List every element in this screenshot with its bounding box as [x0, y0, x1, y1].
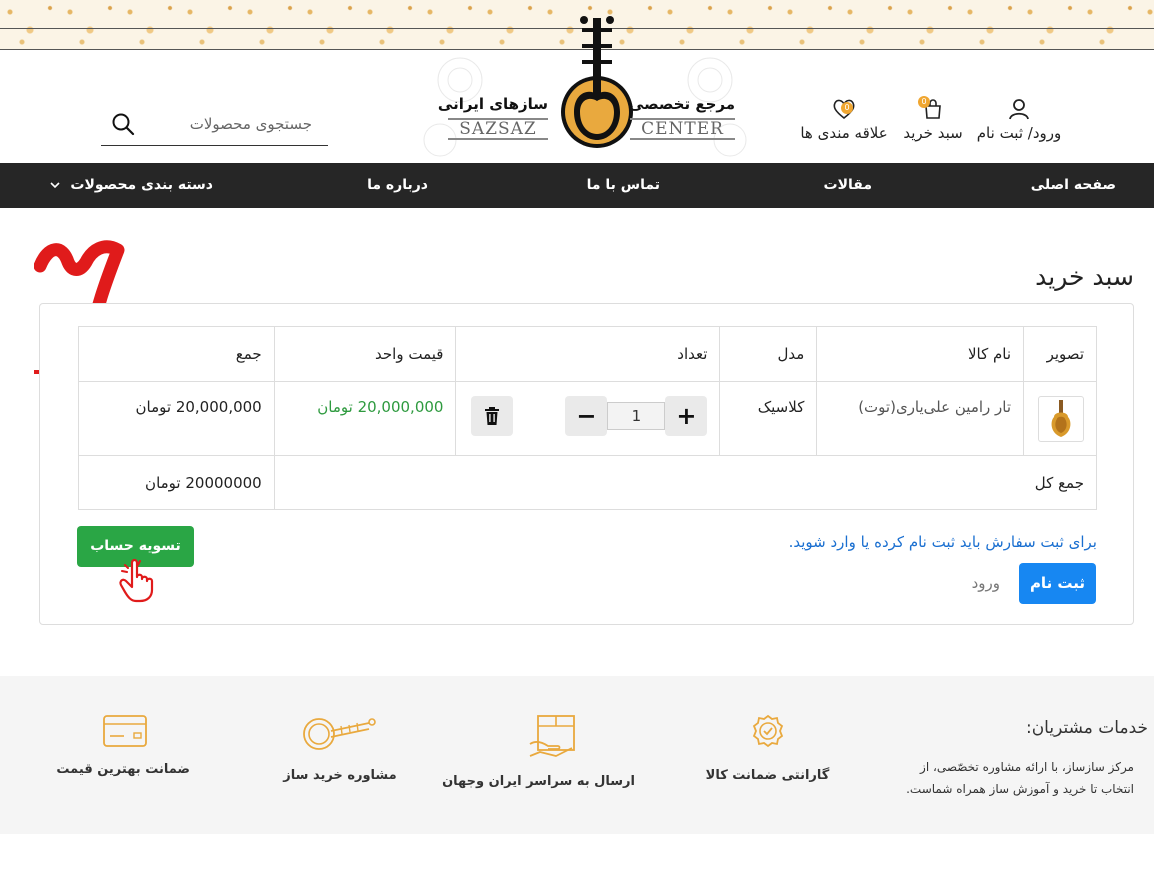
nav-contact[interactable]: تماس با ما: [587, 163, 660, 208]
product-image-cell: [1023, 381, 1097, 456]
cart-link[interactable]: 0 سبد خرید: [902, 96, 964, 142]
package-delivery-icon: [529, 715, 575, 757]
feature-warranty-label: گارانتی ضمانت کالا: [705, 768, 830, 783]
logo-latin-left: SAZSAZ: [448, 118, 548, 140]
trash-icon: [485, 407, 500, 425]
quantity-input[interactable]: 1: [607, 402, 666, 430]
login-required-message: برای ثبت سفارش باید ثبت نام کرده یا وارد…: [788, 533, 1097, 551]
logo-latin-right: CENTER: [630, 118, 735, 140]
tar-instrument-icon: [303, 718, 376, 750]
product-model: کلاسیک: [719, 381, 818, 456]
user-icon: [1009, 99, 1029, 120]
feature-best-price-label: ضمانت بهترین قیمت: [56, 762, 190, 777]
services-description: مرکز سازساز، با ارائه مشاوره تخصّصی، از …: [906, 760, 1134, 796]
col-unit-price: قیمت واحد: [273, 326, 457, 382]
nav-articles[interactable]: مقالات: [824, 163, 873, 208]
register-button[interactable]: ثبت نام: [1019, 563, 1096, 604]
cart-label: سبد خرید: [903, 124, 963, 142]
feature-warranty: گارانتی ضمانت کالا: [705, 714, 830, 783]
row-total: 20,000,000 تومان: [78, 381, 275, 456]
wishlist-count-badge: 0: [841, 102, 853, 114]
account-label: ورود/ ثبت نام: [976, 124, 1062, 142]
remove-item-button[interactable]: [471, 396, 514, 436]
search-icon[interactable]: [111, 112, 135, 136]
nav-about[interactable]: درباره ما: [367, 163, 428, 208]
grand-total-value: 20000000 تومان: [78, 455, 275, 510]
feature-consultation: مشاوره خرید ساز: [280, 714, 400, 783]
search-box: [101, 102, 328, 146]
wishlist-label: علاقه مندی ها: [800, 124, 888, 142]
tar-instrument-image: [1051, 400, 1071, 437]
site-header: ورود/ ثبت نام 0 سبد خرید 0 علاقه مندی ها: [0, 16, 1154, 163]
site-logo[interactable]: سازهای ایرانی مرجع تخصصی SAZSAZ CENTER: [420, 16, 750, 163]
logo-subtitle: سازهای ایرانی: [437, 95, 548, 113]
table-header-row: تصویر نام کالا مدل تعداد قیمت واحد جمع: [78, 326, 1097, 382]
search-input[interactable]: [152, 112, 312, 136]
page-title: سبد خرید: [1035, 262, 1134, 291]
quantity-cell: + 1 −: [455, 381, 721, 456]
nav-categories[interactable]: دسته بندی محصولات: [49, 163, 213, 208]
services-title: خدمات مشتریان:: [1025, 718, 1148, 738]
main-nav: صفحه اصلی مقالات تماس با ما درباره ما دس…: [0, 163, 1154, 208]
col-name: نام کالا: [816, 326, 1025, 382]
quantity-stepper: + 1 −: [468, 396, 708, 436]
cart-table: تصویر نام کالا مدل تعداد قیمت واحد جمع ت…: [78, 326, 1098, 510]
grand-total-label: جمع کل: [273, 455, 1098, 510]
tar-emblem-icon: [561, 16, 633, 148]
feature-shipping: ارسال به سراسر ایران وجهان: [442, 714, 635, 789]
account-link[interactable]: ورود/ ثبت نام: [972, 98, 1066, 142]
cart-card: تصویر نام کالا مدل تعداد قیمت واحد جمع ت…: [39, 303, 1134, 625]
guarantee-badge-icon: [752, 714, 783, 748]
logo-title: مرجع تخصصی: [628, 95, 735, 113]
chevron-down-icon: [49, 182, 60, 189]
unit-price: 20,000,000 تومان: [273, 381, 457, 456]
login-link[interactable]: ورود: [972, 574, 1000, 592]
col-quantity: تعداد: [455, 326, 721, 382]
product-thumbnail[interactable]: [1038, 396, 1084, 442]
col-model: مدل: [719, 326, 818, 382]
product-name[interactable]: تار رامین علی‌یاری(توت): [816, 381, 1025, 456]
wishlist-link[interactable]: 0 علاقه مندی ها: [794, 98, 894, 142]
col-image: تصویر: [1023, 326, 1097, 382]
cart-count-badge: 0: [918, 96, 930, 108]
feature-best-price: ضمانت بهترین قیمت: [56, 714, 190, 777]
pointer-hand-icon: [119, 558, 154, 603]
decrease-quantity-button[interactable]: −: [565, 396, 608, 436]
credit-card-icon: [103, 715, 147, 747]
col-total: جمع: [78, 326, 275, 382]
services-footer: خدمات مشتریان: مرکز سازساز، با ارائه مشا…: [0, 676, 1154, 834]
nav-home[interactable]: صفحه اصلی: [1031, 163, 1116, 208]
table-row: تار رامین علی‌یاری(توت) کلاسیک + 1 −: [78, 381, 1097, 456]
grand-total-row: جمع کل 20000000 تومان: [78, 455, 1098, 510]
feature-consultation-label: مشاوره خرید ساز: [283, 768, 397, 783]
nav-categories-label: دسته بندی محصولات: [70, 177, 213, 193]
increase-quantity-button[interactable]: +: [665, 396, 708, 436]
feature-shipping-label: ارسال به سراسر ایران وجهان: [442, 774, 635, 789]
